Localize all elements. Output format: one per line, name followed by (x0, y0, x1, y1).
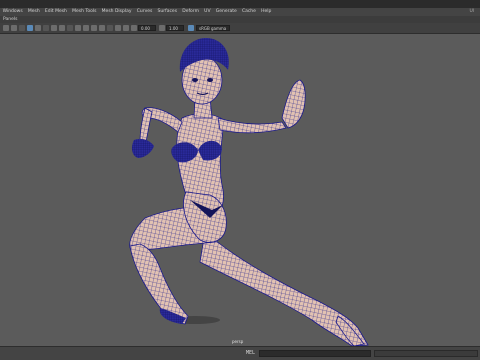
grid-icon[interactable] (35, 25, 41, 31)
exposure-icon[interactable] (131, 25, 137, 31)
bookmark-icon[interactable] (19, 25, 25, 31)
eye-right (207, 78, 213, 82)
menu-mesh-display[interactable]: Mesh Display (99, 8, 134, 16)
gate-mask-icon[interactable] (59, 25, 65, 31)
viewport-toolbar: 0.00 1.00 sRGB gamma (0, 23, 480, 34)
hand-right (281, 79, 306, 129)
safe-action-icon[interactable] (75, 25, 81, 31)
arm-right (217, 117, 287, 134)
user-indicator[interactable]: Ul (469, 8, 474, 16)
menu-deform[interactable]: Deform (180, 8, 202, 16)
color-management-icon[interactable] (188, 25, 194, 31)
eye-left (192, 78, 198, 82)
menu-help[interactable]: Help (259, 8, 274, 16)
command-line-bar: MEL (0, 346, 480, 360)
resolution-gate-icon[interactable] (51, 25, 57, 31)
script-mode-toggle[interactable]: MEL (246, 350, 255, 356)
film-gate-icon[interactable] (43, 25, 49, 31)
menu-edit-mesh[interactable]: Edit Mesh (42, 8, 69, 16)
gamma-icon[interactable] (159, 25, 165, 31)
lock-camera-icon[interactable] (11, 25, 17, 31)
hand-left (131, 138, 154, 158)
front-shin (129, 243, 189, 325)
command-input[interactable] (259, 350, 371, 357)
smooth-shade-icon[interactable] (91, 25, 97, 31)
image-plane-icon[interactable] (27, 25, 33, 31)
shadows-icon[interactable] (115, 25, 121, 31)
command-result-field (374, 350, 478, 357)
perspective-viewport[interactable]: persp (0, 34, 480, 346)
view-transform-dropdown[interactable]: sRGB gamma (196, 25, 230, 31)
panel-menu-row: Panels (0, 16, 480, 23)
main-menubar: Windows Mesh Edit Mesh Mesh Tools Mesh D… (0, 8, 480, 16)
menu-surfaces[interactable]: Surfaces (155, 8, 180, 16)
gamma-field[interactable]: 1.00 (166, 25, 184, 31)
menu-cache[interactable]: Cache (239, 8, 258, 16)
title-strip (0, 0, 480, 8)
xray-icon[interactable] (123, 25, 129, 31)
menu-mesh-tools[interactable]: Mesh Tools (70, 8, 100, 16)
menu-curves[interactable]: Curves (134, 8, 155, 16)
lights-icon[interactable] (107, 25, 113, 31)
textured-icon[interactable] (99, 25, 105, 31)
wireframe-icon[interactable] (83, 25, 89, 31)
menu-panels[interactable]: Panels (3, 17, 17, 22)
menu-uv[interactable]: UV (202, 8, 214, 16)
field-chart-icon[interactable] (67, 25, 73, 31)
menu-mesh[interactable]: Mesh (25, 8, 42, 16)
character-wireframe (129, 38, 369, 346)
exposure-field[interactable]: 0.00 (138, 25, 156, 31)
select-camera-icon[interactable] (3, 25, 9, 31)
menu-windows[interactable]: Windows (0, 8, 25, 16)
menu-generate[interactable]: Generate (213, 8, 239, 16)
camera-name-label: persp (232, 339, 244, 344)
